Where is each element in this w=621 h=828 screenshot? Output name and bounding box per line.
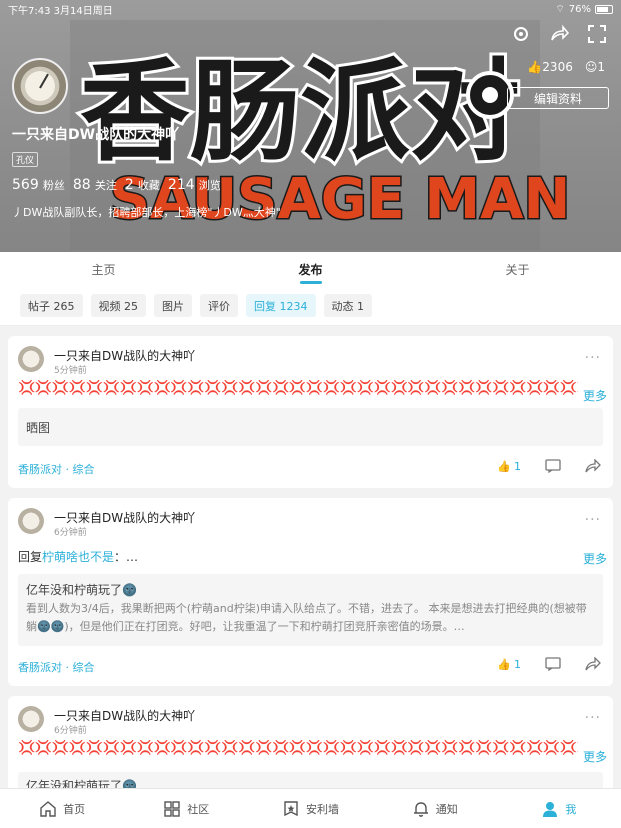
post-avatar[interactable] (18, 508, 44, 534)
filter-images[interactable]: 图片 (154, 294, 192, 317)
filter-posts[interactable]: 帖子 265 (20, 294, 83, 317)
stat-favorites[interactable]: 2 收藏 (125, 177, 160, 193)
profile-tag: 孔仪 (12, 152, 39, 167)
post-card[interactable]: 一只来自DW战队的大神吖 5分钟前 ··· 💢💢💢💢💢💢💢💢💢💢💢💢💢💢💢💢💢💢… (8, 336, 613, 488)
post-card[interactable]: 一只来自DW战队的大神吖 6分钟前 ··· 回复柠萌啥也不是：… 更多 亿年没和… (8, 498, 613, 686)
tab-home[interactable]: 主页 (0, 252, 207, 286)
profile-reactions: 👍2306 ☺1 (527, 60, 605, 74)
nav-notifications[interactable]: 通知 (373, 789, 497, 828)
quoted-title: 亿年没和柠萌玩了🌚 (26, 779, 137, 788)
like-button[interactable]: 👍 1 (497, 460, 521, 473)
banner-title-text: 香肠派对 (80, 48, 520, 176)
thumbs-up-icon: 👍 (497, 459, 511, 473)
share-icon (585, 657, 601, 671)
comment-button[interactable] (545, 657, 561, 671)
post-time: 5分钟前 (54, 366, 87, 376)
profile-header: 香肠派对 SAUSAGE MAN 下午7:43 3月14日周日 ⌔ 76% 👍2… (0, 0, 621, 252)
nav-community[interactable]: 社区 (124, 789, 248, 828)
post-content: 💢💢💢💢💢💢💢💢💢💢💢💢💢💢💢💢💢💢💢💢💢💢💢💢💢💢💢💢💢💢💢💢💢💢💢 (18, 380, 578, 396)
nav-me[interactable]: 我 (497, 789, 621, 828)
friends-count[interactable]: ☺1 (585, 60, 605, 74)
post-author[interactable]: 一只来自DW战队的大神吖 (54, 347, 195, 364)
share-icon[interactable] (549, 24, 570, 44)
bell-icon (413, 801, 428, 817)
profile-avatar[interactable] (12, 58, 68, 114)
home-icon (40, 800, 56, 817)
post-content: 💢💢💢💢💢💢💢💢💢💢💢💢💢💢💢💢💢💢💢💢💢💢💢💢💢💢💢💢💢💢💢💢💢💢💢 (18, 740, 578, 756)
battery-icon (595, 4, 613, 14)
header-actions (511, 24, 607, 44)
expand-link[interactable]: 更多 (583, 387, 607, 404)
share-button[interactable] (585, 657, 601, 671)
tab-about[interactable]: 关于 (414, 252, 621, 286)
quoted-post[interactable]: 亿年没和柠萌玩了🌚 (18, 772, 603, 788)
thumbs-up-icon: 👍 (497, 657, 511, 671)
filter-videos[interactable]: 视频 25 (90, 294, 146, 317)
star-badge-icon (284, 800, 298, 816)
stat-followers[interactable]: 569 粉丝 (12, 177, 65, 193)
bottom-nav: 首页 社区 安利墙 通知 我 (0, 788, 621, 828)
post-avatar[interactable] (18, 706, 44, 732)
content-filters: 帖子 265 视频 25 图片 评价 回复 1234 动态 1 (0, 286, 621, 326)
reply-line: 回复柠萌啥也不是：… (18, 550, 139, 564)
status-time: 下午7:43 3月14日周日 (8, 5, 113, 17)
battery-percent: 76% (568, 3, 591, 15)
post-card[interactable]: 一只来自DW战队的大神吖 6分钟前 ··· 💢💢💢💢💢💢💢💢💢💢💢💢💢💢💢💢💢💢… (8, 696, 613, 788)
filter-replies[interactable]: 回复 1234 (246, 294, 316, 317)
filter-activity[interactable]: 动态 1 (323, 294, 372, 317)
quoted-title: 亿年没和柠萌玩了🌚 (26, 583, 137, 597)
quoted-body: 看到人数为3/4后，我果断把两个(柠萌and柠柒)申请入队给点了。不错，进去了。… (26, 602, 587, 633)
likes-count[interactable]: 👍2306 (527, 60, 573, 74)
post-time: 6分钟前 (54, 528, 87, 538)
settings-icon[interactable] (511, 24, 531, 44)
fullscreen-icon[interactable] (587, 24, 607, 44)
share-icon (585, 459, 601, 473)
comment-icon (545, 459, 561, 473)
nav-home[interactable]: 首页 (0, 789, 124, 828)
status-bar: 下午7:43 3月14日周日 ⌔ 76% (0, 0, 621, 18)
person-icon (543, 801, 558, 817)
post-actions: 👍 1 (497, 459, 601, 473)
forum-link[interactable]: 香肠派对 · 综合 (18, 461, 95, 477)
quoted-title: 晒图 (26, 421, 51, 435)
post-avatar[interactable] (18, 346, 44, 372)
smiley-icon: ☺ (584, 60, 598, 74)
forum-link[interactable]: 香肠派对 · 综合 (18, 659, 95, 675)
quoted-post[interactable]: 亿年没和柠萌玩了🌚 看到人数为3/4后，我果断把两个(柠萌and柠柒)申请入队给… (18, 574, 603, 646)
stat-views: 214 浏览 (167, 177, 221, 193)
expand-link[interactable]: 更多 (583, 748, 607, 765)
profile-tabs: 主页 发布 关于 (0, 252, 621, 286)
more-options-icon[interactable]: ··· (585, 710, 601, 726)
reply-target-link[interactable]: 柠萌啥也不是 (42, 550, 114, 564)
post-author[interactable]: 一只来自DW战队的大神吖 (54, 707, 195, 724)
more-options-icon[interactable]: ··· (585, 350, 601, 366)
expand-link[interactable]: 更多 (583, 550, 607, 567)
post-author[interactable]: 一只来自DW战队的大神吖 (54, 509, 195, 526)
profile-bio: 丿DW战队副队长，招聘部部长，上海榜"丿DW灬大神" (12, 206, 281, 219)
profile-stats: 569 粉丝 88 关注 2 收藏 214 浏览 (12, 177, 221, 193)
quoted-post[interactable]: 晒图 (18, 408, 603, 446)
edit-profile-button[interactable]: 编辑资料 (507, 87, 609, 109)
stat-following[interactable]: 88 关注 (73, 177, 117, 193)
more-options-icon[interactable]: ··· (585, 512, 601, 528)
thumbs-up-icon: 👍 (527, 60, 543, 74)
comment-button[interactable] (545, 459, 561, 473)
comment-icon (545, 657, 561, 671)
nav-recommend-wall[interactable]: 安利墙 (248, 789, 372, 828)
like-button[interactable]: 👍 1 (497, 658, 521, 671)
post-actions: 👍 1 (497, 657, 601, 671)
tab-posts[interactable]: 发布 (207, 252, 414, 286)
filter-reviews[interactable]: 评价 (200, 294, 238, 317)
profile-username: 一只来自DW战队的大神吖 (12, 127, 180, 143)
wifi-icon: ⌔ (555, 3, 565, 15)
share-button[interactable] (585, 459, 601, 473)
grid-icon (164, 800, 180, 817)
post-time: 6分钟前 (54, 726, 87, 736)
